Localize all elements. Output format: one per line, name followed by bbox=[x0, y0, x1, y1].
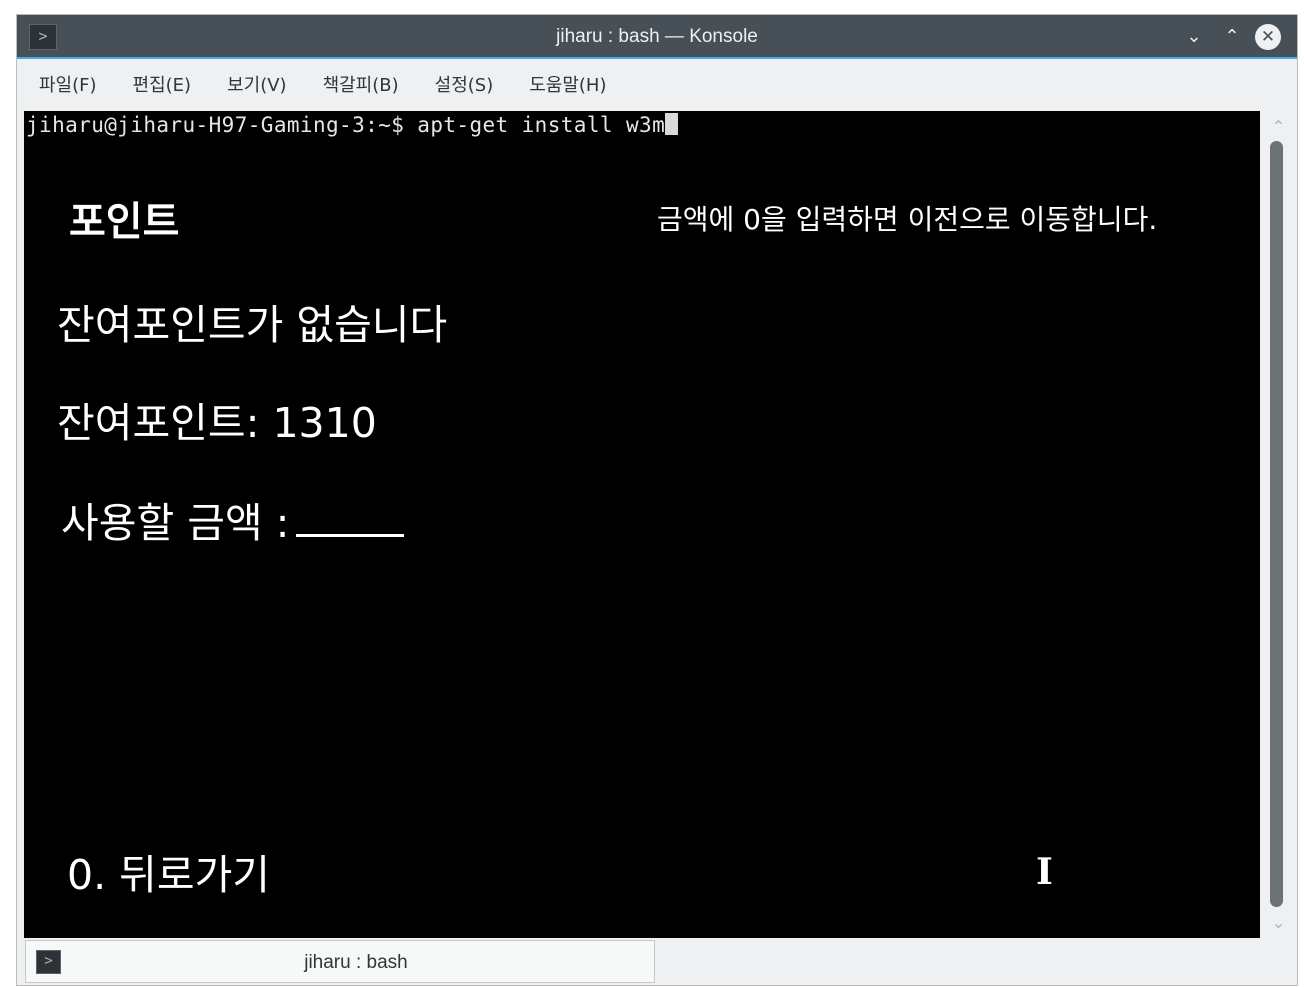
menu-bar: 파일(F) 편집(E) 보기(V) 책갈피(B) 설정(S) 도움말(H) bbox=[17, 61, 1297, 111]
text-cursor bbox=[665, 113, 679, 135]
title-bar[interactable]: > jiharu : bash — Konsole ⌄ ⌃ ✕ bbox=[17, 15, 1297, 59]
tab-jiharu-bash[interactable]: > jiharu : bash bbox=[25, 940, 655, 983]
tab-bar: > jiharu : bash bbox=[17, 940, 1297, 985]
chevron-up-icon[interactable]: ⌃ bbox=[1219, 24, 1245, 50]
menu-file[interactable]: 파일(F) bbox=[17, 61, 113, 111]
vertical-scrollbar[interactable]: ⌃ ⌄ bbox=[1260, 111, 1297, 938]
close-icon[interactable]: ✕ bbox=[1255, 24, 1281, 50]
scrollbar-thumb[interactable] bbox=[1270, 141, 1283, 907]
menu-bookmarks[interactable]: 책갈피(B) bbox=[303, 61, 415, 111]
menu-help[interactable]: 도움말(H) bbox=[509, 61, 622, 111]
terminal-prompt-line: jiharu@jiharu-H97-Gaming-3:~$ apt-get in… bbox=[26, 111, 679, 139]
scroll-up-icon[interactable]: ⌃ bbox=[1260, 115, 1297, 139]
amount-input-blank[interactable] bbox=[296, 534, 404, 537]
tab-label: jiharu : bash bbox=[304, 952, 408, 973]
overlay-title: 포인트 bbox=[69, 199, 180, 245]
terminal-area[interactable]: jiharu@jiharu-H97-Gaming-3:~$ apt-get in… bbox=[24, 111, 1260, 938]
amount-label: 사용할 금액 : bbox=[61, 499, 290, 547]
menu-settings[interactable]: 설정(S) bbox=[415, 61, 510, 111]
menu-view[interactable]: 보기(V) bbox=[207, 61, 302, 111]
overlay-message: 잔여포인트가 없습니다 bbox=[57, 301, 448, 349]
overlay-hint: 금액에 0을 입력하면 이전으로 이동합니다. bbox=[657, 203, 1158, 236]
konsole-window: > jiharu : bash — Konsole ⌄ ⌃ ✕ 파일(F) 편집… bbox=[17, 15, 1297, 985]
menu-edit[interactable]: 편집(E) bbox=[113, 61, 208, 111]
chevron-down-icon[interactable]: ⌄ bbox=[1181, 24, 1207, 50]
ibeam-cursor-icon: I bbox=[1036, 851, 1053, 893]
window-title: jiharu : bash — Konsole bbox=[556, 26, 758, 47]
scroll-down-icon[interactable]: ⌄ bbox=[1260, 911, 1297, 935]
remaining-points: 잔여포인트: 1310 bbox=[57, 399, 377, 447]
back-option[interactable]: 0. 뒤로가기 bbox=[67, 841, 270, 901]
prompt-text: jiharu@jiharu-H97-Gaming-3:~$ apt-get in… bbox=[26, 113, 666, 137]
